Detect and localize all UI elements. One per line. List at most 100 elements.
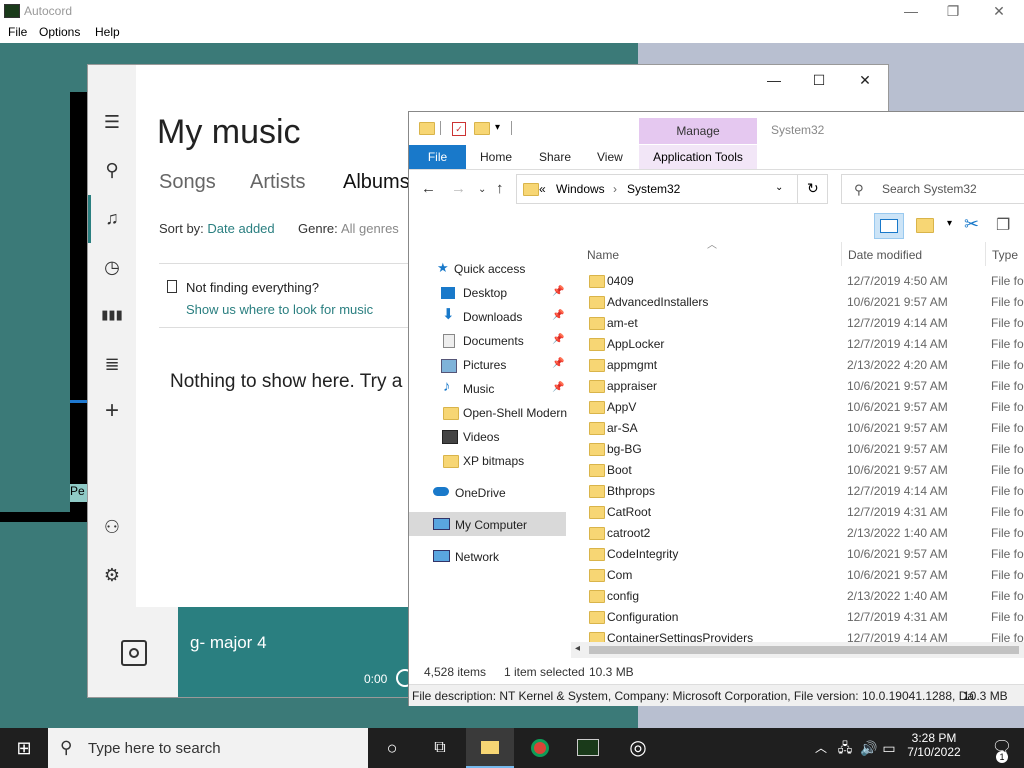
cut-scissors-icon[interactable]: ✂ bbox=[964, 214, 979, 235]
file-row[interactable]: am-et 12/7/2019 4:14 AM File fo bbox=[579, 312, 1024, 333]
groove-minimize-button[interactable]: — bbox=[751, 69, 797, 91]
show-hidden-icons-chevron-icon[interactable]: ︿ bbox=[810, 728, 832, 768]
tree-item-pictures[interactable]: Pictures 📌 bbox=[441, 358, 571, 373]
minimize-button[interactable]: — bbox=[888, 0, 934, 22]
pin-icon[interactable]: 📌 bbox=[552, 382, 564, 393]
tree-item-videos[interactable]: Videos bbox=[441, 430, 499, 444]
file-row[interactable]: Boot 10/6/2021 9:57 AM File fo bbox=[579, 459, 1024, 480]
tab-share[interactable]: Share bbox=[539, 150, 571, 164]
playlist-icon[interactable]: ≣ bbox=[100, 352, 124, 376]
file-row[interactable]: appraiser 10/6/2021 9:57 AM File fo bbox=[579, 375, 1024, 396]
recent-clock-icon[interactable]: ◷ bbox=[100, 255, 124, 279]
recent-locations-chevron-icon[interactable]: ⌄ bbox=[478, 184, 486, 195]
now-playing-title[interactable]: g- major 4 bbox=[190, 633, 267, 653]
account-icon[interactable]: ⚇ bbox=[100, 515, 124, 539]
up-arrow-icon[interactable]: ↑ bbox=[496, 180, 504, 197]
file-row[interactable]: ar-SA 10/6/2021 9:57 AM File fo bbox=[579, 417, 1024, 438]
file-row[interactable]: Configuration 12/7/2019 4:31 AM File fo bbox=[579, 606, 1024, 627]
open-folder-icon[interactable] bbox=[916, 218, 934, 233]
manage-context-tab[interactable]: Manage bbox=[639, 118, 757, 144]
tab-home[interactable]: Home bbox=[480, 150, 512, 164]
show-where-link[interactable]: Show us where to look for music bbox=[186, 302, 373, 317]
tree-network[interactable]: Network bbox=[433, 550, 499, 564]
file-row[interactable]: CatRoot 12/7/2019 4:31 AM File fo bbox=[579, 501, 1024, 522]
address-dropdown-icon[interactable]: ⌄ bbox=[775, 182, 783, 193]
taskbar-chrome-icon[interactable] bbox=[516, 728, 564, 768]
settings-gear-icon[interactable]: ⚙ bbox=[100, 563, 124, 587]
menu-file[interactable]: File bbox=[8, 25, 27, 39]
scrollbar-thumb[interactable] bbox=[589, 646, 1019, 654]
column-header-type[interactable]: Type bbox=[992, 248, 1018, 262]
pin-icon[interactable]: 📌 bbox=[552, 310, 564, 321]
tree-onedrive[interactable]: OneDrive bbox=[433, 486, 506, 500]
column-header-name[interactable]: Name bbox=[587, 248, 619, 262]
now-playing-bars-icon[interactable]: ▮▮▮ bbox=[100, 303, 124, 327]
taskbar-search-input[interactable]: Type here to search bbox=[88, 740, 221, 757]
back-arrow-icon[interactable]: ← bbox=[421, 180, 436, 197]
breadcrumb-system32[interactable]: System32 bbox=[627, 182, 680, 196]
column-header-date[interactable]: Date modified bbox=[848, 248, 922, 262]
network-tray-icon[interactable]: 🖧 bbox=[834, 728, 856, 768]
search-input[interactable]: Search System32 bbox=[882, 182, 977, 196]
column-separator[interactable] bbox=[841, 242, 842, 266]
autocord-track-strip[interactable] bbox=[70, 92, 88, 522]
groove-close-button[interactable]: ✕ bbox=[842, 69, 888, 91]
file-row[interactable]: AppLocker 12/7/2019 4:14 AM File fo bbox=[579, 333, 1024, 354]
refresh-icon[interactable]: ↻ bbox=[807, 180, 819, 197]
forward-arrow-icon[interactable]: → bbox=[451, 180, 466, 197]
tree-item-open-shell[interactable]: Open-Shell Modern bbox=[441, 406, 567, 420]
album-art[interactable] bbox=[88, 607, 178, 697]
address-bar[interactable]: « Windows › System32 ⌄ ↻ bbox=[516, 174, 828, 204]
start-windows-icon[interactable]: ⊞ bbox=[0, 728, 48, 768]
file-row[interactable]: catroot2 2/13/2022 1:40 AM File fo bbox=[579, 522, 1024, 543]
file-row[interactable]: config 2/13/2022 1:40 AM File fo bbox=[579, 585, 1024, 606]
customize-dropdown-icon[interactable]: ▾ bbox=[495, 122, 500, 133]
tab-application-tools[interactable]: Application Tools bbox=[639, 145, 757, 169]
taskbar-clock[interactable]: 3:28 PM 7/10/2022 bbox=[898, 731, 970, 759]
pin-icon[interactable]: 📌 bbox=[552, 334, 564, 345]
music-note-icon[interactable]: ♫ bbox=[100, 206, 124, 230]
breadcrumb-windows[interactable]: Windows bbox=[556, 182, 605, 196]
tree-item-documents[interactable]: Documents 📌 bbox=[441, 334, 571, 348]
file-row[interactable]: appmgmt 2/13/2022 4:20 AM File fo bbox=[579, 354, 1024, 375]
sort-control[interactable]: Sort by: Date added bbox=[159, 221, 275, 236]
scroll-left-icon[interactable]: ◂ bbox=[575, 643, 580, 654]
horizontal-scrollbar[interactable]: ◂ bbox=[571, 642, 1024, 658]
taskbar-groove-icon[interactable]: ◎ bbox=[614, 728, 662, 768]
volume-icon[interactable]: 🔊 bbox=[858, 728, 880, 768]
keyboard-layout-icon[interactable]: ▭ bbox=[880, 728, 898, 768]
file-row[interactable]: 0409 12/7/2019 4:50 AM File fo bbox=[579, 270, 1024, 291]
properties-check-icon[interactable]: ✓ bbox=[452, 122, 466, 136]
taskbar-file-explorer-icon[interactable] bbox=[466, 728, 514, 768]
folder-dropdown-icon[interactable]: ▾ bbox=[947, 218, 952, 229]
search-icon[interactable]: ⚲ bbox=[100, 158, 124, 182]
hamburger-menu-icon[interactable]: ☰ bbox=[100, 110, 124, 134]
file-row[interactable]: AdvancedInstallers 10/6/2021 9:57 AM File … bbox=[579, 291, 1024, 312]
folder-icon[interactable] bbox=[419, 122, 435, 135]
tree-item-downloads[interactable]: ⬇ Downloads 📌 bbox=[441, 307, 571, 324]
task-view-icon[interactable]: ⧉ bbox=[416, 728, 464, 768]
file-row[interactable]: ContainerSettingsProviders 12/7/2019 4:14… bbox=[579, 627, 1024, 642]
taskbar-search-box[interactable]: ⚲ Type here to search bbox=[48, 728, 368, 768]
column-separator[interactable] bbox=[985, 242, 986, 266]
close-button[interactable]: ✕ bbox=[976, 0, 1022, 22]
menu-options[interactable]: Options bbox=[39, 25, 80, 39]
cortana-circle-icon[interactable]: ○ bbox=[368, 728, 416, 768]
new-folder-icon[interactable] bbox=[474, 122, 490, 135]
file-row[interactable]: bg-BG 10/6/2021 9:57 AM File fo bbox=[579, 438, 1024, 459]
preview-pane-button[interactable] bbox=[874, 213, 904, 239]
groove-maximize-button[interactable]: ☐ bbox=[796, 69, 842, 91]
menu-help[interactable]: Help bbox=[95, 25, 120, 39]
genre-value[interactable]: All genres bbox=[341, 221, 399, 236]
tab-view[interactable]: View bbox=[597, 150, 623, 164]
search-box[interactable]: ⚲ Search System32 bbox=[841, 174, 1024, 204]
pin-icon[interactable]: 📌 bbox=[552, 358, 564, 369]
tab-songs[interactable]: Songs bbox=[159, 171, 216, 194]
breadcrumb-overflow[interactable]: « bbox=[539, 182, 546, 196]
tab-albums[interactable]: Albums bbox=[343, 171, 410, 194]
tree-quick-access[interactable]: ★ Quick access bbox=[437, 261, 525, 276]
file-row[interactable]: AppV 10/6/2021 9:57 AM File fo bbox=[579, 396, 1024, 417]
tree-item-xp-bitmaps[interactable]: XP bitmaps bbox=[441, 454, 524, 468]
pin-icon[interactable]: 📌 bbox=[552, 286, 564, 297]
tree-item-music[interactable]: ♪ Music 📌 bbox=[441, 379, 571, 396]
